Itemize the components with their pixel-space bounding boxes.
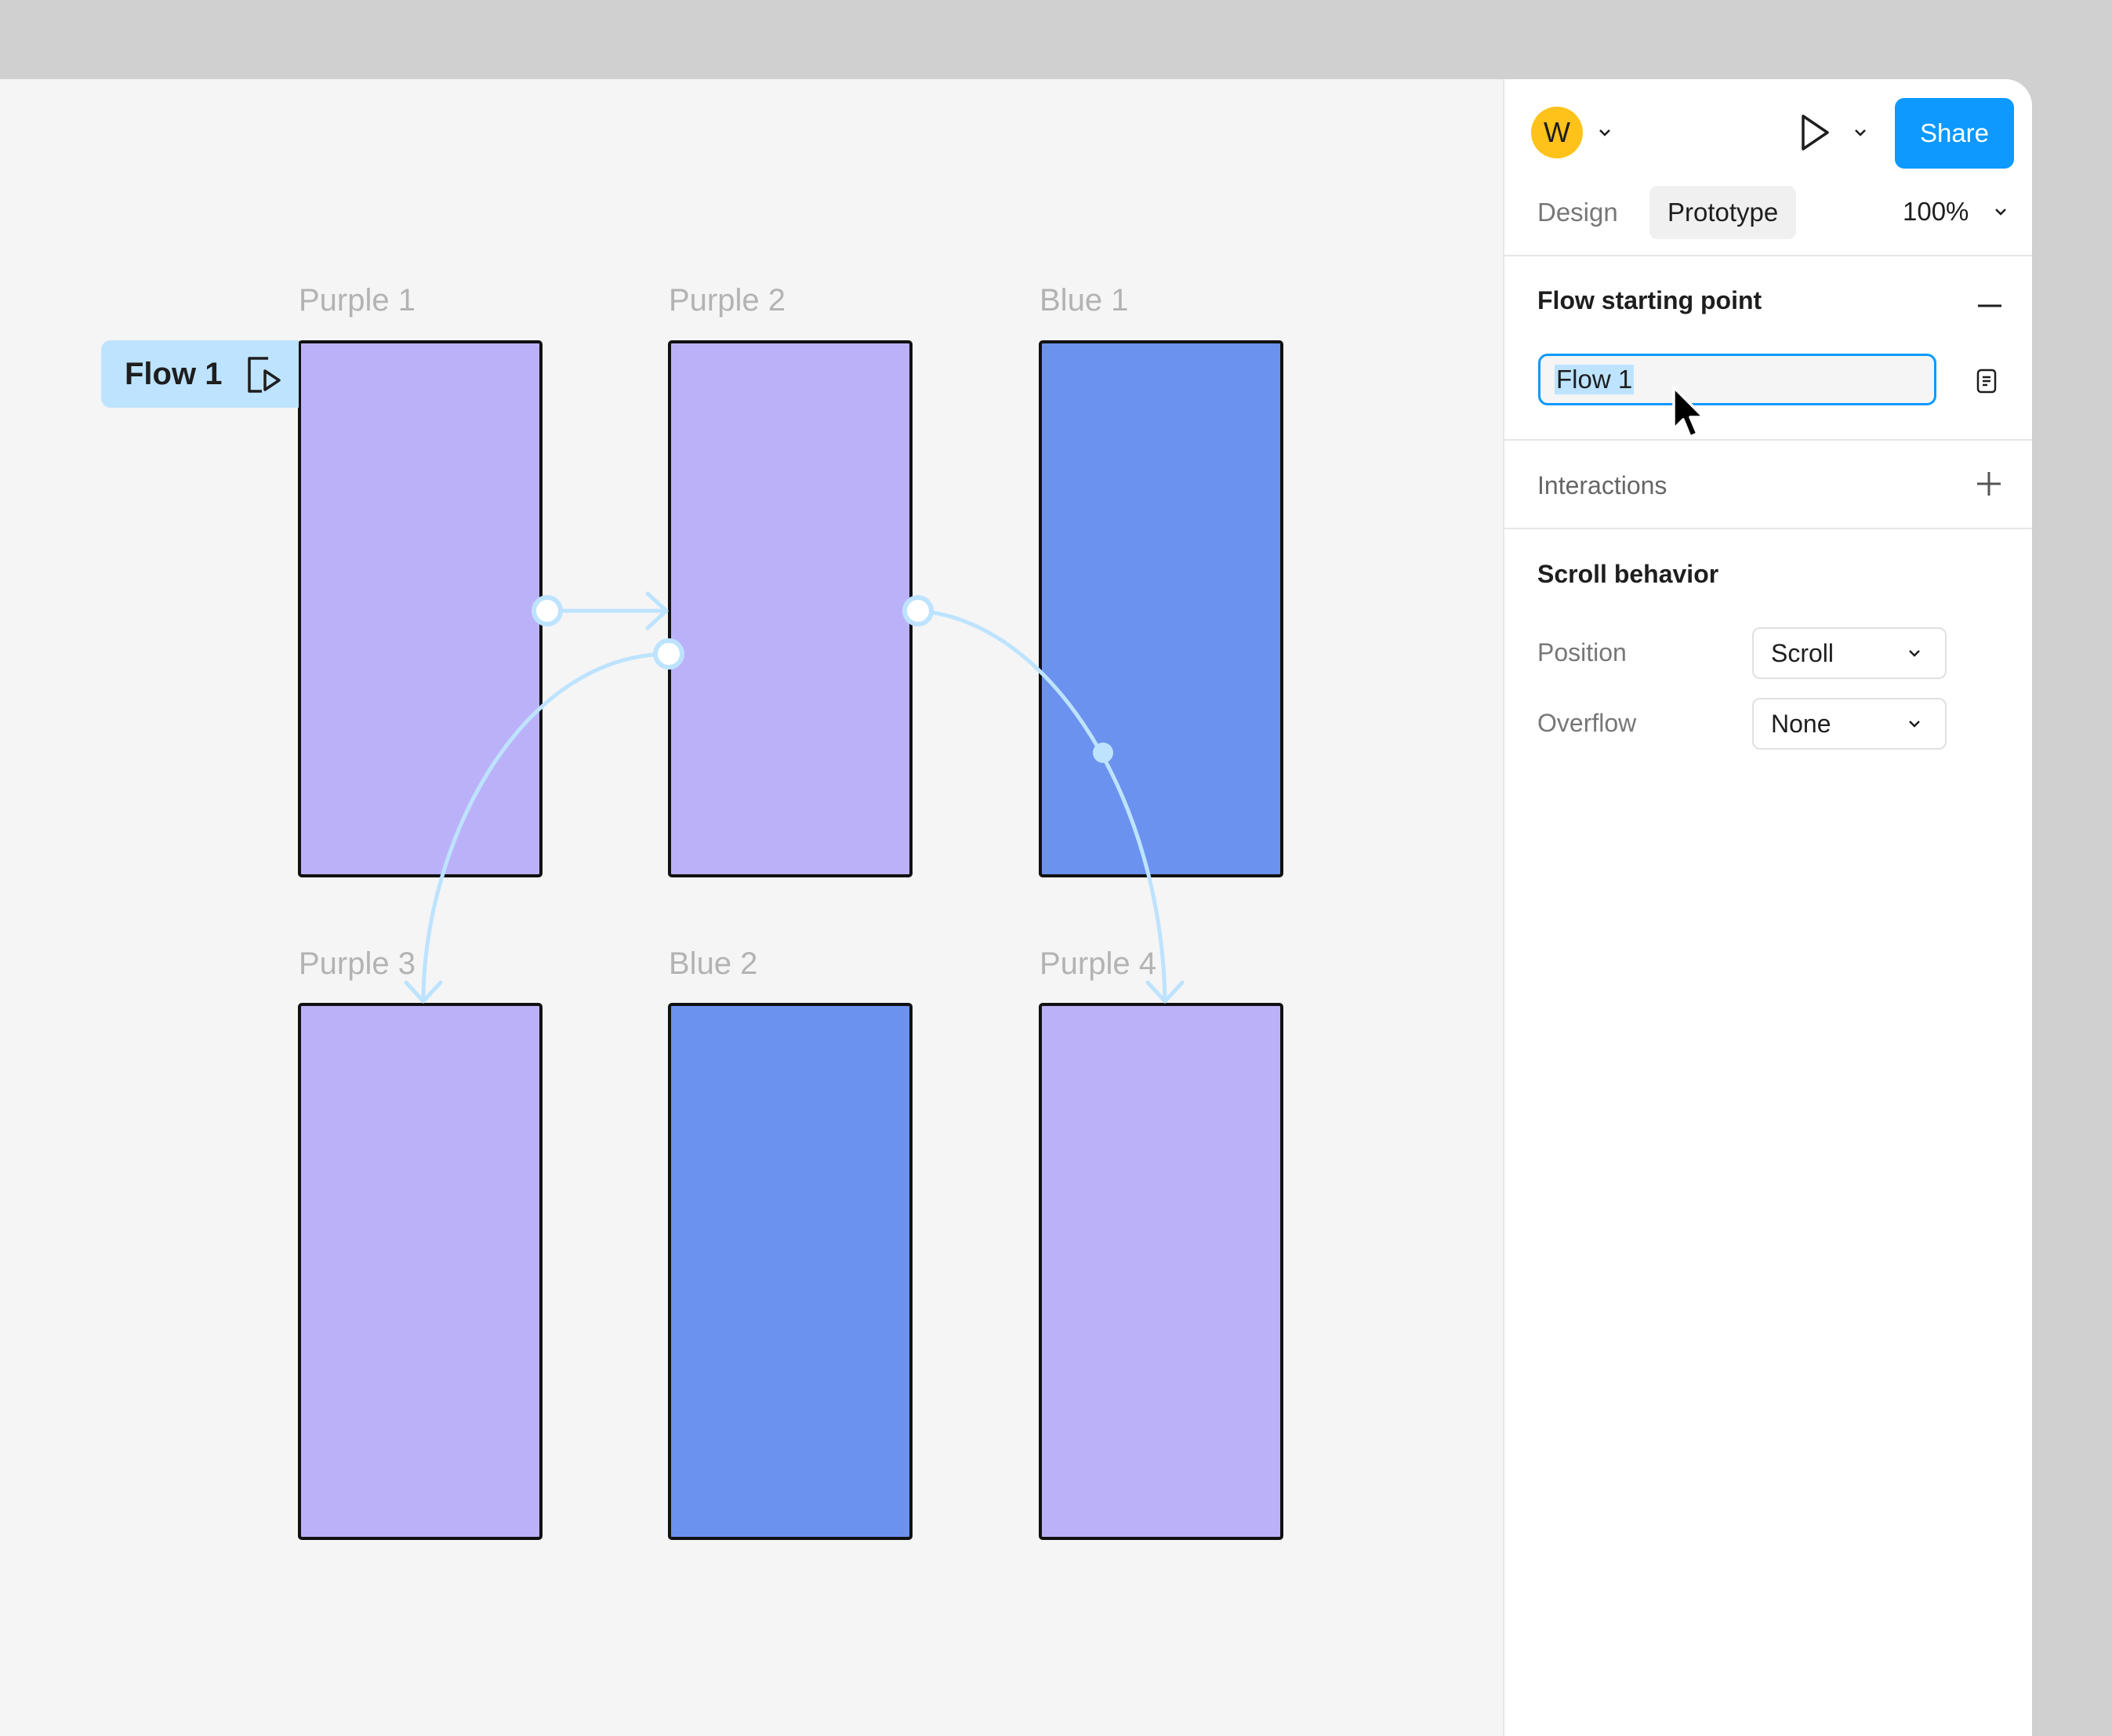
mouse-cursor-icon [1672,386,1705,438]
flow-starting-point-badge[interactable]: Flow 1 [101,340,299,408]
plus-icon[interactable] [1975,470,2003,498]
note-icon[interactable] [1975,368,1998,394]
frame-blue-1[interactable] [1039,340,1283,877]
tab-design[interactable]: Design [1537,186,1618,239]
flow-name-value: Flow 1 [1555,365,1635,394]
flow-name-input[interactable]: Flow 1 [1538,354,1936,405]
flow-play-icon[interactable] [245,355,284,394]
frame-label-blue-1[interactable]: Blue 1 [1040,283,1128,318]
minus-icon[interactable] [1976,294,2003,318]
frame-blue-2[interactable] [668,1003,913,1540]
share-button[interactable]: Share [1895,98,2014,169]
frame-label-purple-3[interactable]: Purple 3 [299,946,416,982]
frame-purple-4[interactable] [1039,1003,1283,1540]
overflow-value: None [1771,709,1831,738]
divider [1504,439,2032,441]
position-value: Scroll [1771,638,1834,667]
play-icon[interactable] [1798,112,1831,153]
tab-prototype[interactable]: Prototype [1649,186,1797,239]
chevron-down-icon[interactable] [1994,206,2008,217]
connector-arrowhead [1145,980,1185,1004]
chevron-down-icon[interactable] [1598,127,1612,138]
overflow-label: Overflow [1537,709,1637,737]
scroll-behavior-title: Scroll behavior [1537,560,1719,588]
overflow-select[interactable]: None [1752,698,1947,750]
flow-section-title: Flow starting point [1537,286,1762,314]
position-select[interactable]: Scroll [1752,627,1947,679]
zoom-level[interactable]: 100% [1903,197,1969,227]
properties-panel: W Share Design Prototype 100% Flow start… [1503,79,2032,1736]
app-window: Purple 1 Purple 2 Blue 1 Purple 3 Blue 2… [0,79,2032,1736]
frame-label-purple-2[interactable]: Purple 2 [669,283,786,318]
frame-purple-2[interactable] [668,340,913,877]
connector-arrowhead [404,980,443,1004]
canvas[interactable]: Purple 1 Purple 2 Blue 1 Purple 3 Blue 2… [0,79,1503,1736]
divider [1504,528,2032,529]
frame-label-purple-1[interactable]: Purple 1 [299,283,416,318]
avatar[interactable]: W [1531,107,1583,158]
chevron-down-icon [1909,650,1920,657]
chevron-down-icon [1909,721,1920,728]
chevron-down-icon[interactable] [1853,127,1867,138]
connector-arrowhead [645,591,669,630]
divider [1504,255,2032,256]
position-label: Position [1537,638,1627,666]
frame-purple-1[interactable] [298,340,543,877]
flow-badge-label: Flow 1 [125,356,223,391]
frame-label-purple-4[interactable]: Purple 4 [1040,946,1156,982]
interactions-title: Interactions [1537,471,1667,499]
frame-purple-3[interactable] [298,1003,543,1540]
frame-label-blue-2[interactable]: Blue 2 [669,946,757,982]
